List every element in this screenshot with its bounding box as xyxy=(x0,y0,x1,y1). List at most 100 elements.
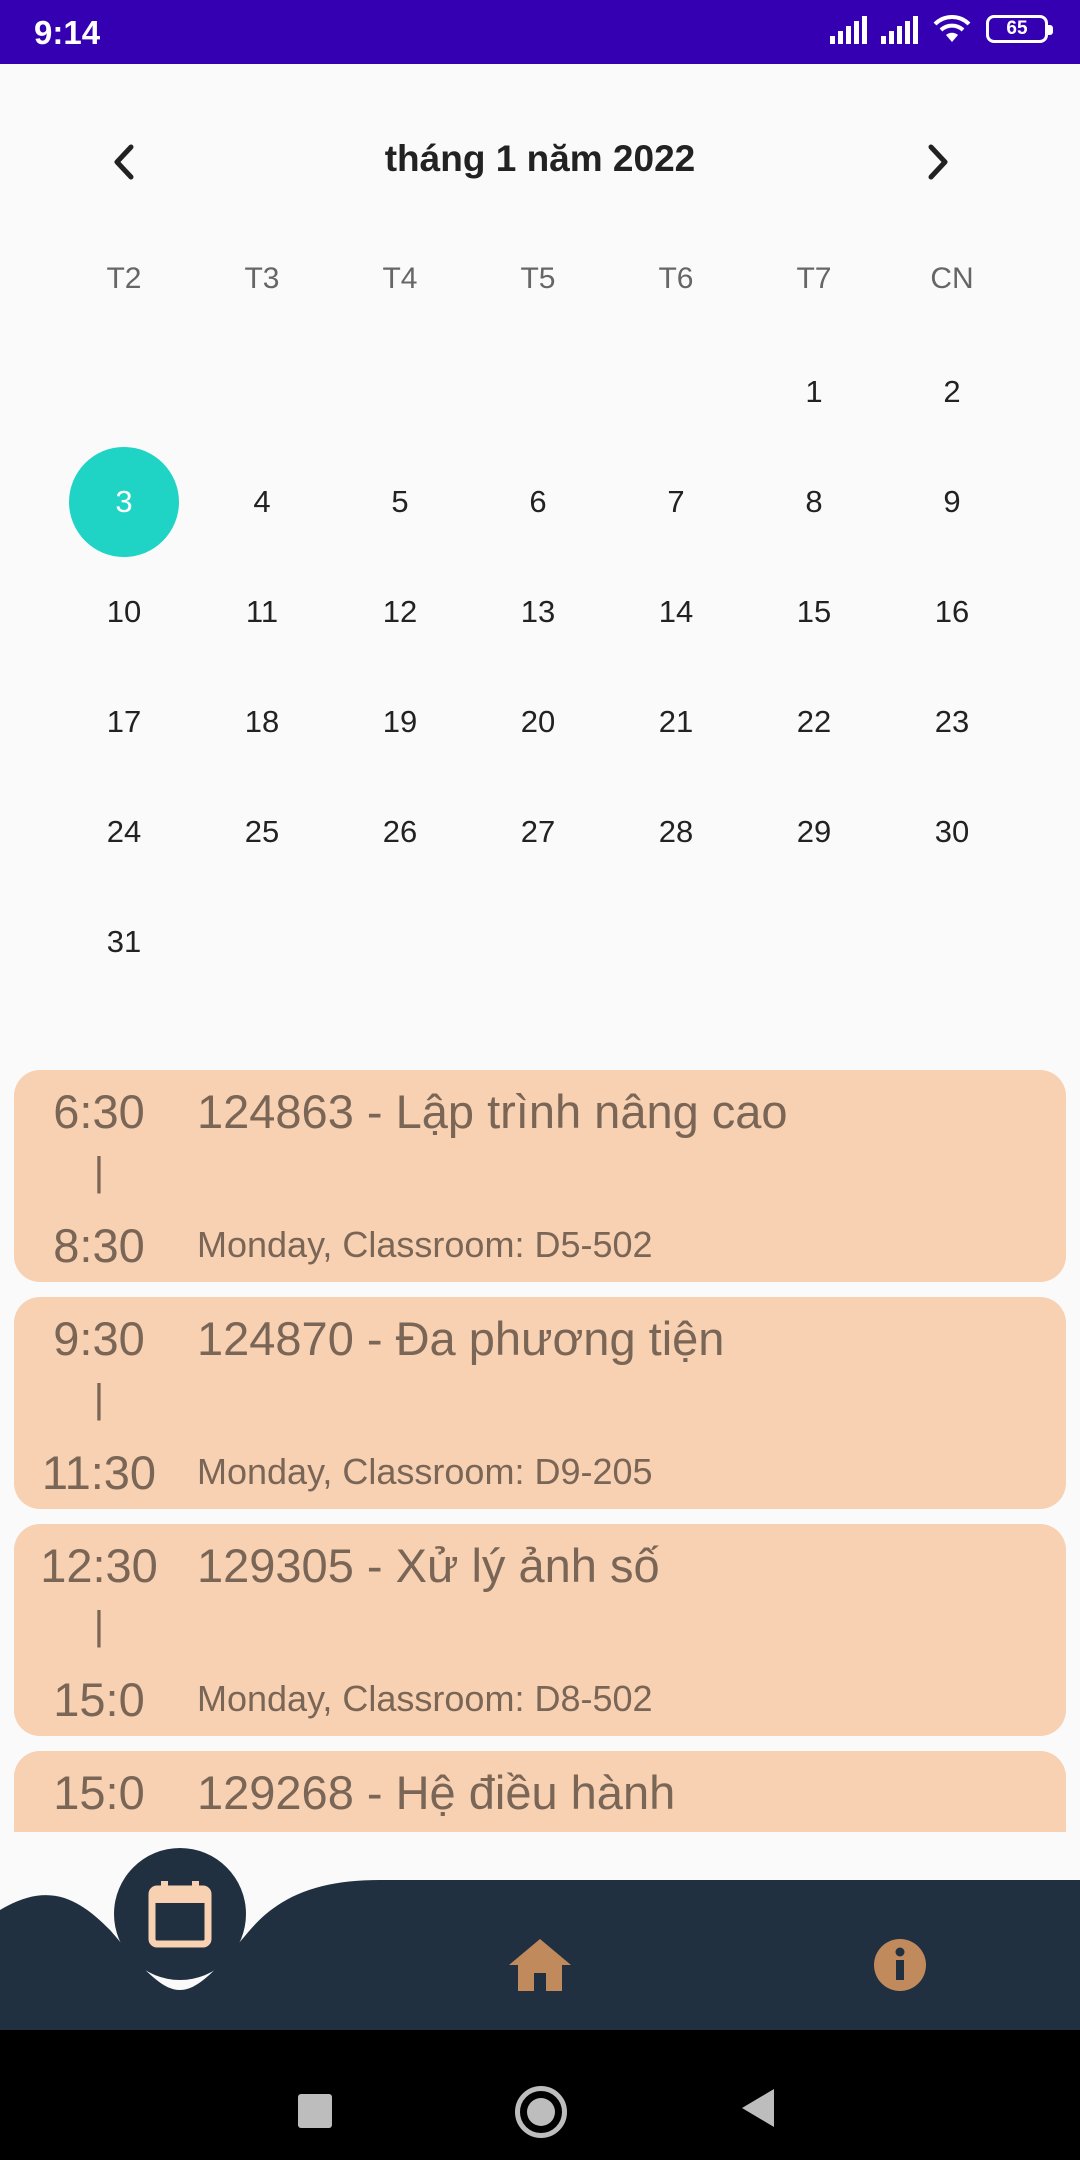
day-number: 19 xyxy=(382,704,418,739)
day-cell[interactable]: 25 xyxy=(193,777,331,887)
day-cell[interactable]: 16 xyxy=(883,557,1021,667)
event-end-time: 15:0 xyxy=(53,1673,145,1726)
day-number: 24 xyxy=(106,814,142,849)
event-title: 129305 - Xử lý ảnh số xyxy=(197,1539,660,1592)
day-number: 31 xyxy=(106,924,142,959)
info-tab-button[interactable] xyxy=(870,1935,930,1995)
day-cell[interactable]: 9 xyxy=(883,447,1021,557)
back-button[interactable] xyxy=(742,2089,774,2127)
home-tab-button[interactable] xyxy=(505,1935,575,1995)
day-cell[interactable]: 15 xyxy=(745,557,883,667)
battery-level: 65 xyxy=(1006,18,1028,39)
status-time: 9:14 xyxy=(34,14,101,51)
day-cell[interactable]: 10 xyxy=(55,557,193,667)
next-month-button[interactable] xyxy=(908,132,968,192)
info-icon xyxy=(874,1939,926,1991)
day-number: 28 xyxy=(658,814,694,849)
system-navigation-bar xyxy=(0,2030,1080,2160)
event-card[interactable]: 9:30 | 11:30 124870 - Đa phương tiện Monday,… xyxy=(14,1297,1066,1509)
empty-day-cell xyxy=(745,887,883,997)
event-end-time: 11:30 xyxy=(41,1446,157,1499)
day-number: 18 xyxy=(244,704,280,739)
day-cell[interactable]: 31 xyxy=(55,887,193,997)
day-number: 26 xyxy=(382,814,418,849)
day-cell[interactable]: 17 xyxy=(55,667,193,777)
day-cell[interactable]: 11 xyxy=(193,557,331,667)
day-cell[interactable]: 22 xyxy=(745,667,883,777)
day-number: 15 xyxy=(796,594,832,629)
day-number: 4 xyxy=(253,484,271,519)
day-number: 29 xyxy=(796,814,832,849)
day-cell[interactable]: 24 xyxy=(55,777,193,887)
day-cell[interactable]: 30 xyxy=(883,777,1021,887)
calendar-week-row: 24 25 26 27 28 29 30 xyxy=(55,777,1021,887)
day-cell[interactable]: 2 xyxy=(883,337,1021,447)
day-cell[interactable]: 20 xyxy=(469,667,607,777)
event-time-separator: | xyxy=(93,1377,105,1421)
event-time-separator: | xyxy=(14,1831,184,1832)
day-cell[interactable]: 8 xyxy=(745,447,883,557)
calendar-tab-button[interactable] xyxy=(114,1848,246,1980)
day-cell[interactable]: 14 xyxy=(607,557,745,667)
event-card[interactable]: 6:30 | 8:30 124863 - Lập trình nâng cao Mond… xyxy=(14,1070,1066,1282)
calendar-grid: 1 2 3 4 5 6 7 8 9 10 11 12 13 14 15 16 17 18 19 20 21 22 23 24 2… xyxy=(55,337,1021,997)
empty-day-cell xyxy=(469,887,607,997)
day-cell[interactable]: 28 xyxy=(607,777,745,887)
day-number: 21 xyxy=(658,704,694,739)
day-cell[interactable]: 26 xyxy=(331,777,469,887)
day-cell[interactable]: 27 xyxy=(469,777,607,887)
day-number: 13 xyxy=(520,594,556,629)
calendar-week-row: 3 4 5 6 7 8 9 xyxy=(55,447,1021,557)
empty-day-cell xyxy=(331,887,469,997)
status-bar: 9:14 65 xyxy=(0,0,1080,64)
empty-day-cell xyxy=(883,887,1021,997)
day-number: 1 xyxy=(805,374,823,409)
day-number: 5 xyxy=(391,484,409,519)
home-system-button[interactable] xyxy=(515,2086,567,2138)
day-cell[interactable]: 6 xyxy=(469,447,607,557)
empty-day-cell xyxy=(331,337,469,447)
event-card[interactable]: 12:30 | 15:0 129305 - Xử lý ảnh số Monday, C… xyxy=(14,1524,1066,1736)
event-detail: Monday, Classroom: D9-205 xyxy=(197,1451,653,1492)
day-cell[interactable]: 18 xyxy=(193,667,331,777)
event-detail: Monday, Classroom: D5-502 xyxy=(197,1224,653,1265)
weekday-row: T2 T3 T4 T5 T6 T7 CN xyxy=(55,262,1021,296)
event-start-time: 15:0 xyxy=(53,1766,145,1819)
battery-icon: 65 xyxy=(986,15,1053,43)
day-cell[interactable]: 12 xyxy=(331,557,469,667)
event-start-time: 12:30 xyxy=(40,1539,158,1592)
day-number: 2 xyxy=(943,374,961,409)
event-start-time: 9:30 xyxy=(53,1312,145,1365)
day-number: 7 xyxy=(667,484,685,519)
day-number: 10 xyxy=(106,594,142,629)
weekday-label: T7 xyxy=(796,262,832,295)
recents-button[interactable] xyxy=(298,2094,332,2128)
day-number: 16 xyxy=(934,594,970,629)
empty-day-cell xyxy=(607,887,745,997)
day-cell[interactable]: 21 xyxy=(607,667,745,777)
empty-day-cell xyxy=(469,337,607,447)
day-cell[interactable]: 29 xyxy=(745,777,883,887)
calendar-week-row: 12 xyxy=(55,337,1021,447)
day-number: 6 xyxy=(529,484,547,519)
empty-day-cell xyxy=(193,887,331,997)
day-cell[interactable]: 4 xyxy=(193,447,331,557)
weekday-label: CN xyxy=(930,262,974,295)
signal-icon xyxy=(830,14,867,44)
event-time-separator: | xyxy=(93,1150,105,1194)
day-cell[interactable]: 23 xyxy=(883,667,1021,777)
day-number: 11 xyxy=(245,594,279,629)
day-cell[interactable]: 7 xyxy=(607,447,745,557)
day-cell[interactable]: 5 xyxy=(331,447,469,557)
day-number: 25 xyxy=(244,814,280,849)
weekday-label: T3 xyxy=(244,262,280,295)
day-cell[interactable]: 13 xyxy=(469,557,607,667)
day-cell[interactable]: 1 xyxy=(745,337,883,447)
status-icons: 65 xyxy=(830,14,1053,44)
day-number: 8 xyxy=(805,484,823,519)
weekday-label: T2 xyxy=(106,262,142,295)
event-card[interactable]: 15:0 | 129268 - Hệ điều hành xyxy=(14,1751,1066,1832)
day-cell[interactable]: 3 xyxy=(55,447,193,557)
day-cell[interactable]: 19 xyxy=(331,667,469,777)
day-number: 22 xyxy=(796,704,832,739)
